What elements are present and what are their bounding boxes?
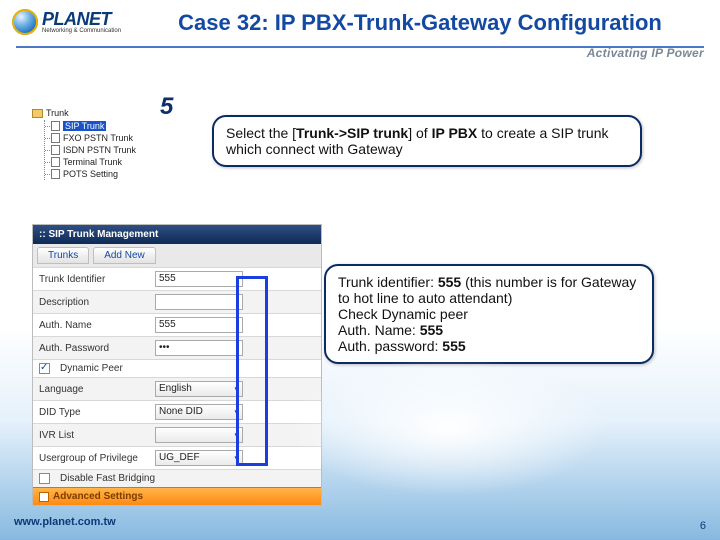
logo-text: PLANET [42,10,121,28]
doc-icon [51,169,60,179]
page-title: Case 32: IP PBX-Trunk-Gateway Configurat… [132,8,708,36]
label-dynamic-peer: Dynamic Peer [60,363,123,374]
row-disable-fast: Disable Fast Bridging [33,469,321,487]
row-usergroup: Usergroup of Privilege UG_DEF [33,446,321,469]
row-auth-password: Auth. Password ••• [33,336,321,359]
row-description: Description [33,290,321,313]
input-auth-name[interactable]: 555 [155,317,243,333]
row-auth-name: Auth. Name 555 [33,313,321,336]
checkbox-dynamic-peer[interactable] [39,363,50,374]
nav-tree: Trunk SIP Trunk FXO PSTN Trunk ISDN PSTN… [32,108,178,180]
tree-item-isdn[interactable]: ISDN PSTN Trunk [45,144,178,156]
logo-subtext: Networking & Communication [42,28,121,34]
label-usergroup: Usergroup of Privilege [39,453,149,464]
doc-icon [51,145,60,155]
callout-5-text: Select the [Trunk->SIP trunk] of IP PBX … [226,125,609,157]
callout-6-line4: Auth. password: 555 [338,338,640,354]
select-language[interactable]: English [155,381,243,397]
checkbox-disable-fast[interactable] [39,473,50,484]
label-ivr-list: IVR List [39,430,149,441]
label-trunk-identifier: Trunk Identifier [39,274,149,285]
select-usergroup[interactable]: UG_DEF [155,450,243,466]
brand-logo: PLANET Networking & Communication [12,4,132,40]
tree-item-sip-trunk[interactable]: SIP Trunk [45,120,178,132]
row-language: Language English [33,377,321,400]
callout-6-line1: Trunk identifier: 555 (this number is fo… [338,274,640,306]
row-ivr-list: IVR List [33,423,321,446]
select-ivr-list[interactable] [155,427,243,443]
tab-add-new[interactable]: Add New [93,247,156,264]
input-auth-password[interactable]: ••• [155,340,243,356]
doc-icon [51,157,60,167]
row-dynamic-peer: Dynamic Peer [33,359,321,377]
callout-step-5: Select the [Trunk->SIP trunk] of IP PBX … [212,115,642,167]
page-number: 6 [700,520,706,532]
label-auth-password: Auth. Password [39,343,149,354]
callout-step-6: Trunk identifier: 555 (this number is fo… [324,264,654,364]
sip-trunk-panel: :: SIP Trunk Management Trunks Add New T… [32,224,322,506]
label-disable-fast: Disable Fast Bridging [60,473,155,484]
doc-icon [51,121,60,131]
tree-item-label: POTS Setting [63,169,118,179]
tree-item-terminal[interactable]: Terminal Trunk [45,156,178,168]
background-glow [288,357,608,497]
callout-6-line2: Check Dynamic peer [338,306,640,322]
callout-6-line3: Auth. Name: 555 [338,322,640,338]
tree-item-label: SIP Trunk [63,121,106,131]
label-language: Language [39,384,149,395]
tree-item-label: Terminal Trunk [63,157,122,167]
input-trunk-identifier[interactable]: 555 [155,271,243,287]
label-description: Description [39,297,149,308]
advanced-label: Advanced Settings [53,491,143,502]
tree-item-label: FXO PSTN Trunk [63,133,133,143]
select-did-type[interactable]: None DID [155,404,243,420]
footer-url: www.planet.com.tw [14,516,116,528]
row-did-type: DID Type None DID [33,400,321,423]
expand-icon [39,492,49,502]
label-did-type: DID Type [39,407,149,418]
tree-root[interactable]: Trunk [32,108,178,118]
tree-item-pots[interactable]: POTS Setting [45,168,178,180]
folder-icon [32,109,43,118]
label-auth-name: Auth. Name [39,320,149,331]
row-trunk-identifier: Trunk Identifier 555 [33,267,321,290]
panel-title: :: SIP Trunk Management [33,225,321,244]
tree-item-label: ISDN PSTN Trunk [63,145,136,155]
input-description[interactable] [155,294,243,310]
tagline: Activating IP Power [587,46,704,60]
tree-item-fxo[interactable]: FXO PSTN Trunk [45,132,178,144]
doc-icon [51,133,60,143]
tab-trunks[interactable]: Trunks [37,247,89,264]
advanced-settings-bar[interactable]: Advanced Settings [33,487,321,505]
logo-globe-icon [12,9,38,35]
tree-root-label: Trunk [46,108,69,118]
